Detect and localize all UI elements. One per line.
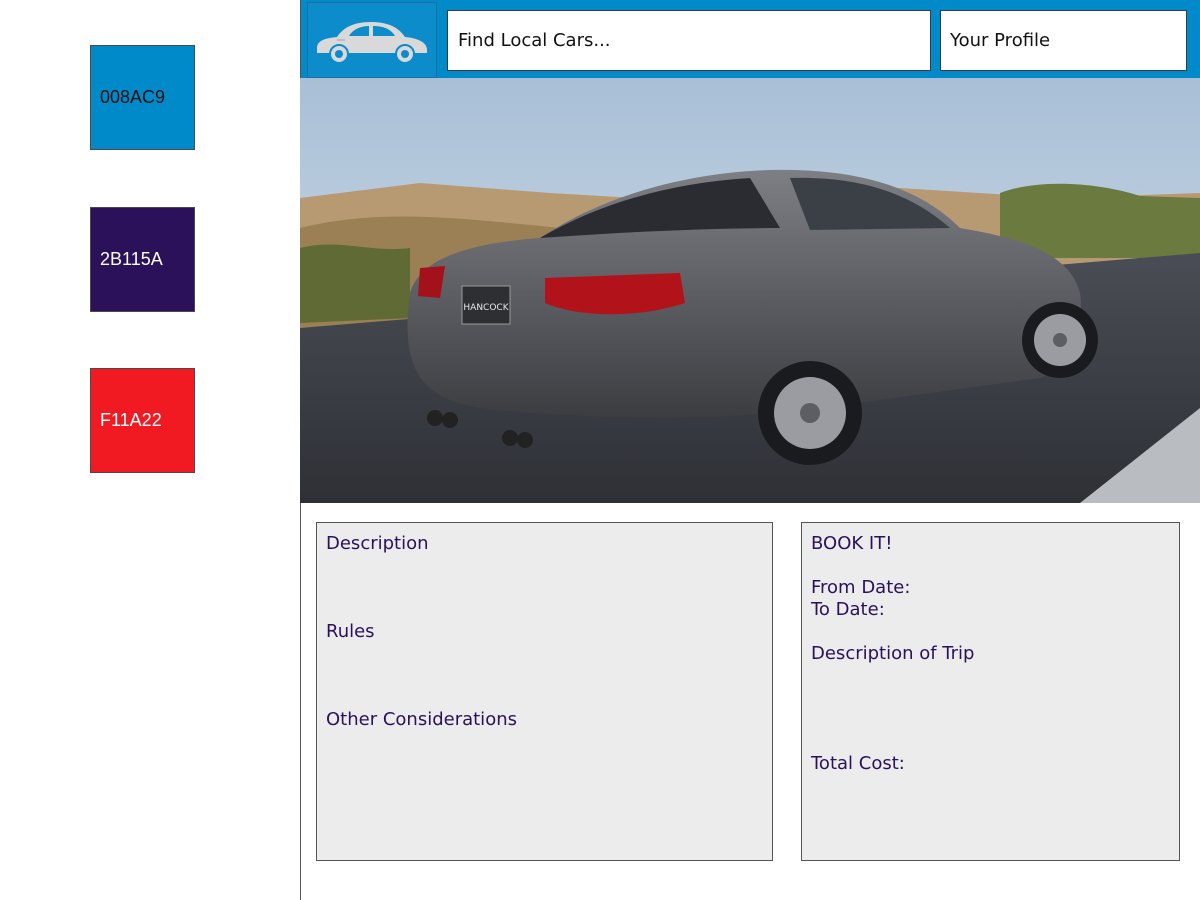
car-icon [317, 22, 427, 62]
profile-label: Your Profile [950, 30, 1051, 51]
other-considerations-heading: Other Considerations [326, 709, 517, 730]
logo-button[interactable] [307, 2, 437, 78]
to-date-field[interactable]: To Date: [811, 599, 885, 621]
total-cost-label: Total Cost: [811, 753, 905, 774]
book-it-heading[interactable]: BOOK IT! [811, 533, 892, 555]
profile-button[interactable]: Your Profile [940, 10, 1187, 71]
top-bar: Find Local Cars... Your Profile [301, 0, 1200, 78]
from-date-field[interactable]: From Date: [811, 577, 910, 599]
car-photo-illustration: HANCOCK [300, 78, 1200, 503]
car-photo: HANCOCK [300, 78, 1200, 503]
booking-panel: BOOK IT! From Date: To Date: Description… [801, 522, 1180, 861]
details-panel: Description Rules Other Considerations [316, 522, 773, 861]
swatch-label: F11A22 [100, 410, 162, 430]
license-plate: HANCOCK [463, 303, 509, 313]
search-input[interactable]: Find Local Cars... [447, 10, 931, 71]
color-swatch-red: F11A22 [90, 368, 195, 473]
rules-heading: Rules [326, 621, 375, 642]
color-swatch-blue: 008AC9 [90, 45, 195, 150]
description-heading: Description [326, 533, 429, 554]
swatch-label: 2B115A [100, 249, 163, 269]
search-placeholder: Find Local Cars... [458, 30, 611, 51]
trip-description-field[interactable]: Description of Trip [811, 643, 975, 665]
swatch-label: 008AC9 [100, 87, 166, 107]
color-swatch-purple: 2B115A [90, 207, 195, 312]
